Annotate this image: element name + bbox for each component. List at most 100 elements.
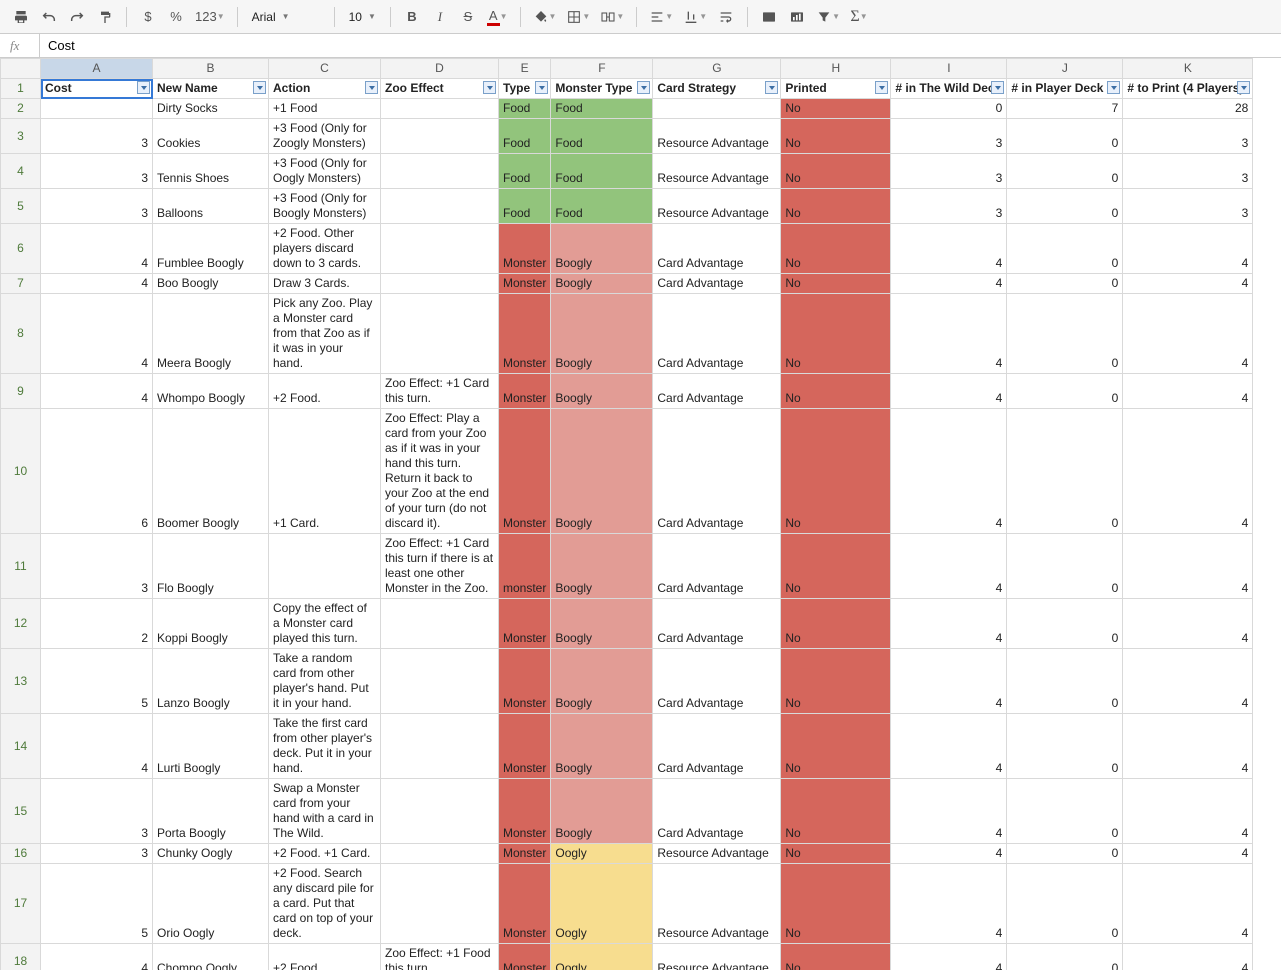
cell-E[interactable]: monster <box>499 534 551 599</box>
cell-A[interactable]: 6 <box>41 409 153 534</box>
cell-D[interactable] <box>381 119 499 154</box>
cell-K[interactable]: 3 <box>1123 189 1253 224</box>
cell-J[interactable]: 0 <box>1007 779 1123 844</box>
cell-H[interactable]: No <box>781 944 891 970</box>
column-header-D[interactable]: D <box>381 59 499 79</box>
row-header[interactable]: 17 <box>1 864 41 944</box>
column-header-I[interactable]: I <box>891 59 1007 79</box>
cell-B[interactable]: Whompo Boogly <box>153 374 269 409</box>
cell-G[interactable]: Card Advantage <box>653 294 781 374</box>
row-header[interactable]: 10 <box>1 409 41 534</box>
print-button[interactable] <box>8 4 34 30</box>
cell-A[interactable]: 5 <box>41 864 153 944</box>
cell-H[interactable]: No <box>781 99 891 119</box>
cell-B[interactable]: Fumblee Boogly <box>153 224 269 274</box>
cell-C[interactable] <box>269 534 381 599</box>
cell-K[interactable]: 4 <box>1123 599 1253 649</box>
cell-A[interactable]: 4 <box>41 224 153 274</box>
column-header-A[interactable]: A <box>41 59 153 79</box>
insert-chart-button[interactable] <box>784 4 810 30</box>
cell-J[interactable]: 0 <box>1007 374 1123 409</box>
cell-D[interactable]: Zoo Effect: +1 Card this turn if there i… <box>381 534 499 599</box>
cell-C[interactable]: Swap a Monster card from your hand with … <box>269 779 381 844</box>
column-header-E[interactable]: E <box>499 59 551 79</box>
cell-B[interactable]: Tennis Shoes <box>153 154 269 189</box>
column-header-B[interactable]: B <box>153 59 269 79</box>
cell-C[interactable]: +3 Food (Only for Oogly Monsters) <box>269 154 381 189</box>
cell-K[interactable]: 28 <box>1123 99 1253 119</box>
redo-button[interactable] <box>64 4 90 30</box>
cell-K[interactable]: 4 <box>1123 714 1253 779</box>
cell-D[interactable] <box>381 294 499 374</box>
cell-I[interactable]: 4 <box>891 409 1007 534</box>
cell-D[interactable]: Zoo Effect: +1 Food this turn. <box>381 944 499 970</box>
cell-D[interactable] <box>381 274 499 294</box>
cell-K[interactable]: 4 <box>1123 779 1253 844</box>
fill-color-button[interactable]: ▼ <box>529 4 561 30</box>
cell-H[interactable]: No <box>781 844 891 864</box>
cell-J[interactable]: 0 <box>1007 409 1123 534</box>
cell-A[interactable]: 3 <box>41 119 153 154</box>
row-header[interactable]: 1 <box>1 79 41 99</box>
cell-B[interactable]: Flo Boogly <box>153 534 269 599</box>
cell-C[interactable]: +1 Food <box>269 99 381 119</box>
undo-button[interactable] <box>36 4 62 30</box>
cell-D[interactable] <box>381 844 499 864</box>
cell-K[interactable]: 4 <box>1123 274 1253 294</box>
cell-A[interactable]: 2 <box>41 599 153 649</box>
cell-G[interactable]: Card Advantage <box>653 374 781 409</box>
cell-H[interactable]: No <box>781 119 891 154</box>
cell-D[interactable] <box>381 649 499 714</box>
cell-E[interactable]: Monster <box>499 844 551 864</box>
column-header-C[interactable]: C <box>269 59 381 79</box>
font-family-dropdown[interactable]: Arial ▼ <box>246 10 326 24</box>
cell-C[interactable]: +2 Food. <box>269 374 381 409</box>
header-cell-I[interactable]: # in The Wild Deck <box>891 79 1007 99</box>
cell-D[interactable]: Zoo Effect: Play a card from your Zoo as… <box>381 409 499 534</box>
row-header[interactable]: 12 <box>1 599 41 649</box>
column-header-G[interactable]: G <box>653 59 781 79</box>
cell-A[interactable]: 5 <box>41 649 153 714</box>
cell-D[interactable] <box>381 224 499 274</box>
cell-A[interactable]: 4 <box>41 294 153 374</box>
text-color-button[interactable]: A ▼ <box>483 4 512 30</box>
cell-G[interactable]: Card Advantage <box>653 649 781 714</box>
column-header-H[interactable]: H <box>781 59 891 79</box>
number-format-dropdown[interactable]: 123 ▼ <box>191 4 229 30</box>
cell-J[interactable]: 0 <box>1007 294 1123 374</box>
filter-toggle[interactable] <box>253 81 266 94</box>
row-header[interactable]: 6 <box>1 224 41 274</box>
cell-A[interactable]: 4 <box>41 274 153 294</box>
cell-F[interactable]: Boogly <box>551 294 653 374</box>
cell-B[interactable]: Koppi Boogly <box>153 599 269 649</box>
cell-H[interactable]: No <box>781 714 891 779</box>
row-header[interactable]: 11 <box>1 534 41 599</box>
cell-I[interactable]: 3 <box>891 189 1007 224</box>
header-cell-C[interactable]: Action <box>269 79 381 99</box>
cell-I[interactable]: 4 <box>891 779 1007 844</box>
merge-cells-button[interactable]: ▼ <box>596 4 628 30</box>
cell-A[interactable]: 3 <box>41 189 153 224</box>
cell-I[interactable]: 4 <box>891 864 1007 944</box>
cell-D[interactable] <box>381 714 499 779</box>
cell-G[interactable] <box>653 99 781 119</box>
column-header-K[interactable]: K <box>1123 59 1253 79</box>
cell-E[interactable]: Monster <box>499 944 551 970</box>
insert-link-button[interactable] <box>756 4 782 30</box>
cell-H[interactable]: No <box>781 599 891 649</box>
functions-button[interactable]: Σ ▼ <box>846 4 872 30</box>
cell-K[interactable]: 4 <box>1123 409 1253 534</box>
header-cell-G[interactable]: Card Strategy <box>653 79 781 99</box>
cell-A[interactable]: 4 <box>41 944 153 970</box>
row-header[interactable]: 9 <box>1 374 41 409</box>
cell-F[interactable]: Boogly <box>551 779 653 844</box>
cell-D[interactable] <box>381 779 499 844</box>
cell-I[interactable]: 4 <box>891 224 1007 274</box>
row-header[interactable]: 18 <box>1 944 41 970</box>
cell-G[interactable]: Card Advantage <box>653 779 781 844</box>
cell-J[interactable]: 0 <box>1007 714 1123 779</box>
cell-I[interactable]: 4 <box>891 714 1007 779</box>
cell-H[interactable]: No <box>781 779 891 844</box>
cell-J[interactable]: 0 <box>1007 844 1123 864</box>
filter-toggle[interactable] <box>137 81 150 94</box>
